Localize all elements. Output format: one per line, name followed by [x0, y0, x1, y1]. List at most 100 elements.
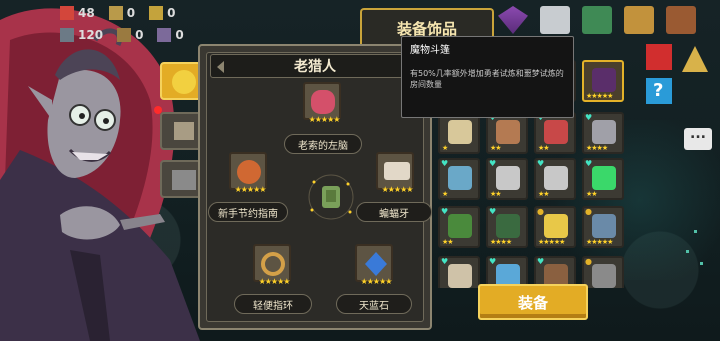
item-stars: ★★	[442, 238, 454, 246]
lock-icon: ●	[585, 207, 592, 216]
inventory-cell[interactable]: ♥ ★★★★	[486, 206, 528, 248]
equip-button[interactable]: 装备	[478, 284, 588, 320]
item-icon	[448, 166, 472, 190]
fang-icon	[384, 162, 410, 180]
resource-row: 120 0 0	[60, 28, 184, 42]
resource-part: 0	[149, 6, 175, 20]
resource-value: 120	[78, 28, 104, 42]
equip-slot-ring[interactable]: ★★★★★	[253, 244, 291, 286]
slot-label: 轻便指环	[234, 294, 312, 314]
slot-label: 新手节约指南	[208, 202, 288, 222]
inventory-cell[interactable]: ♥ ★★	[438, 206, 480, 248]
inventory-cell[interactable]: ♥★★	[486, 112, 528, 154]
prev-arrow-icon[interactable]	[217, 61, 224, 73]
top-menu-bar	[498, 6, 696, 34]
inventory-cell[interactable]: ♥ ★	[438, 158, 480, 200]
inventory-cell[interactable]: ♥ ★★	[486, 158, 528, 200]
favorite-heart-icon: ♥	[489, 159, 497, 168]
item-icon	[592, 120, 616, 144]
guide-icon	[237, 160, 261, 184]
gem-icon	[60, 6, 74, 20]
item-stars: ★★	[490, 190, 502, 198]
box-icon[interactable]	[624, 6, 654, 34]
favorite-heart-icon: ♥	[441, 257, 449, 266]
item-icon	[592, 264, 616, 288]
item-icon	[496, 120, 520, 144]
slot-label: 天蓝石	[336, 294, 412, 314]
item-icon	[496, 214, 520, 238]
spark-particle	[694, 230, 697, 233]
item-stars: ★	[442, 190, 448, 198]
favorite-heart-icon: ♥	[537, 257, 545, 266]
favorite-heart-icon: ♥	[489, 257, 497, 266]
slot-stars: ★★★★★	[381, 185, 414, 194]
inventory-cell[interactable]: ★	[438, 112, 480, 154]
resource-gem: 48	[60, 6, 95, 20]
item-stars: ★	[442, 144, 448, 152]
coin-icon	[60, 28, 74, 42]
equip-slot-fang[interactable]: ★★★★★	[376, 152, 414, 194]
inventory-cell[interactable]: ♥ ★★	[582, 158, 624, 200]
chest-icon[interactable]	[582, 6, 612, 34]
inventory-cell[interactable]: ●	[582, 256, 624, 288]
item-stars: ★★★★	[490, 238, 512, 246]
chat-icon[interactable]	[684, 126, 712, 150]
item-stars: ★★	[490, 144, 502, 152]
tool-icon	[174, 122, 194, 140]
spark-particle	[700, 262, 703, 265]
item-tooltip: 魔物斗篷 有50%几率额外增加勇者试炼和噩梦试炼的房间数量	[401, 36, 574, 118]
item-stars: ★★★★★	[538, 238, 565, 246]
resource-value: 0	[167, 6, 176, 20]
inventory-cell[interactable]: ♥★★	[534, 158, 576, 200]
item-icon	[496, 166, 520, 190]
item-icon	[544, 214, 568, 238]
inventory-cell[interactable]: ♥ ★★★★	[582, 112, 624, 154]
item-stars: ★★	[538, 144, 550, 152]
item-stars: ★★	[586, 190, 598, 198]
seed-icon	[117, 28, 132, 42]
cart-icon[interactable]	[540, 6, 570, 34]
ticket-icon	[157, 28, 172, 42]
inventory-cell[interactable]: ♥	[438, 256, 480, 288]
pouch-icon	[172, 70, 196, 94]
inventory-cell[interactable]: ● ★★★★★	[582, 206, 624, 248]
spark-particle	[686, 250, 689, 253]
help-icon[interactable]: ?	[646, 78, 672, 104]
equip-slot-guide[interactable]: ★★★★★	[229, 152, 267, 194]
slot-stars: ★★★★★	[308, 115, 341, 124]
lock-icon: ●	[537, 207, 544, 216]
inventory-cell[interactable]: ★★★★★	[582, 60, 624, 102]
resource-value: 48	[78, 6, 95, 20]
item-stars: ★★★★★	[586, 238, 613, 246]
slot-label: 蝙蝠牙	[356, 202, 432, 222]
item-stars: ★★	[538, 190, 550, 198]
equip-slot-brain[interactable]: ★★★★★	[303, 82, 341, 124]
close-icon[interactable]	[646, 44, 672, 70]
equip-slot-stone[interactable]: ★★★★★	[355, 244, 393, 286]
inventory-cell[interactable]: ♥★★	[534, 112, 576, 154]
chest-icon	[172, 170, 196, 190]
ring-icon	[261, 252, 285, 276]
backpack-icon[interactable]	[666, 6, 696, 34]
favorite-heart-icon: ♥	[441, 207, 449, 216]
resource-value: 0	[175, 28, 184, 42]
item-icon	[592, 68, 616, 92]
item-stars: ★★★★	[586, 144, 608, 152]
tooltip-title: 魔物斗篷	[410, 45, 450, 56]
slot-stars: ★★★★★	[234, 185, 267, 194]
item-icon	[544, 120, 568, 144]
favorite-heart-icon: ♥	[585, 159, 593, 168]
resource-row: 48 0 0	[60, 6, 184, 20]
part-icon	[149, 6, 164, 20]
inventory-cell[interactable]: ● ★★★★★	[534, 206, 576, 248]
gem-shop-icon[interactable]	[498, 6, 528, 34]
item-icon	[448, 214, 472, 238]
slot-label: 老索的左脑	[284, 134, 362, 154]
character-name-bar[interactable]: 老猎人	[210, 54, 420, 78]
item-icon	[592, 214, 616, 238]
favorite-heart-icon: ♥	[489, 207, 497, 216]
material-icon	[108, 6, 123, 20]
lock-icon: ●	[585, 257, 592, 266]
resource-coin: 120	[60, 28, 103, 42]
resource-bar: 48 0 0 120 0 0	[60, 6, 184, 42]
